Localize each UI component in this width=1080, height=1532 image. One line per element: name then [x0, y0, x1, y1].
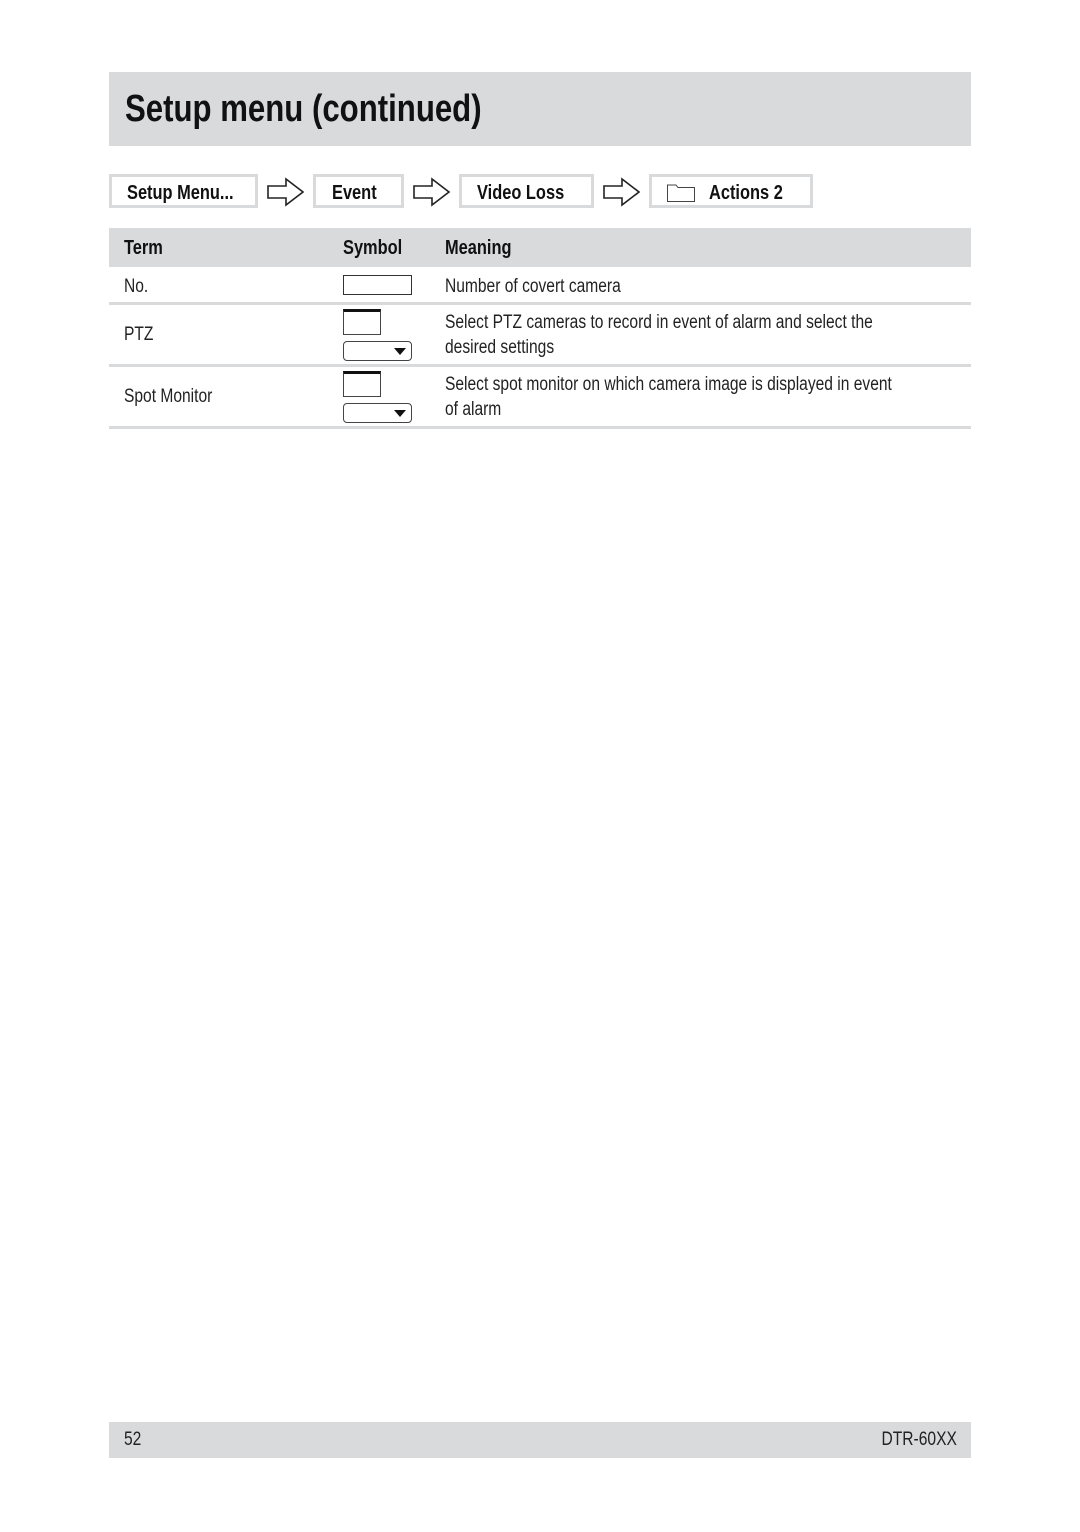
term-cell: PTZ	[124, 324, 154, 345]
breadcrumb-label: Event	[332, 182, 377, 204]
hollow-right-arrow-icon	[603, 177, 641, 207]
row-divider	[109, 426, 971, 429]
table-header: Term Symbol Meaning	[109, 228, 971, 267]
list-box-symbol	[343, 371, 381, 397]
meaning-cell: Number of covert camera	[445, 274, 1045, 299]
breadcrumb-label: Setup Menu...	[127, 182, 234, 204]
term-cell: No.	[124, 276, 149, 297]
column-header-meaning: Meaning	[445, 237, 512, 259]
breadcrumb-item-video-loss: Video Loss	[459, 174, 594, 208]
dropdown-arrow-icon	[394, 410, 406, 417]
hollow-right-arrow-icon	[413, 177, 451, 207]
list-box-symbol	[343, 309, 381, 335]
breadcrumb-item-event: Event	[313, 174, 404, 208]
meaning-cell: Select spot monitor on which camera imag…	[445, 372, 1045, 422]
meaning-line: Select PTZ cameras to record in event of…	[445, 312, 873, 333]
text-field-symbol	[343, 275, 412, 295]
breadcrumb-label: Actions 2	[709, 182, 783, 204]
dropdown-symbol	[343, 341, 412, 361]
meaning-line: Select spot monitor on which camera imag…	[445, 374, 892, 395]
model-label: DTR-60XX	[881, 1429, 957, 1450]
dropdown-arrow-icon	[394, 348, 406, 355]
breadcrumb-item-setup-menu: Setup Menu...	[109, 174, 258, 208]
model-name: DTR-60XX	[865, 1429, 957, 1451]
meaning-line: Number of covert camera	[445, 276, 621, 297]
column-header-symbol: Symbol	[343, 237, 403, 259]
row-divider	[109, 364, 971, 367]
column-header-term: Term	[124, 237, 163, 259]
folder-icon	[667, 184, 695, 202]
meaning-line: desired settings	[445, 337, 555, 358]
page-title: Setup menu (continued)	[125, 88, 482, 130]
dropdown-symbol	[343, 403, 412, 423]
breadcrumb-label: Video Loss	[477, 182, 565, 204]
title-bar: Setup menu (continued)	[109, 72, 971, 146]
hollow-right-arrow-icon	[267, 177, 305, 207]
row-divider	[109, 302, 971, 305]
meaning-cell: Select PTZ cameras to record in event of…	[445, 310, 1045, 360]
breadcrumb-item-actions-2: Actions 2	[649, 174, 813, 208]
term-cell: Spot Monitor	[124, 386, 213, 407]
meaning-line: of alarm	[445, 399, 502, 420]
page-number: 52	[124, 1429, 142, 1450]
page-footer: 52 DTR-60XX	[109, 1422, 971, 1458]
